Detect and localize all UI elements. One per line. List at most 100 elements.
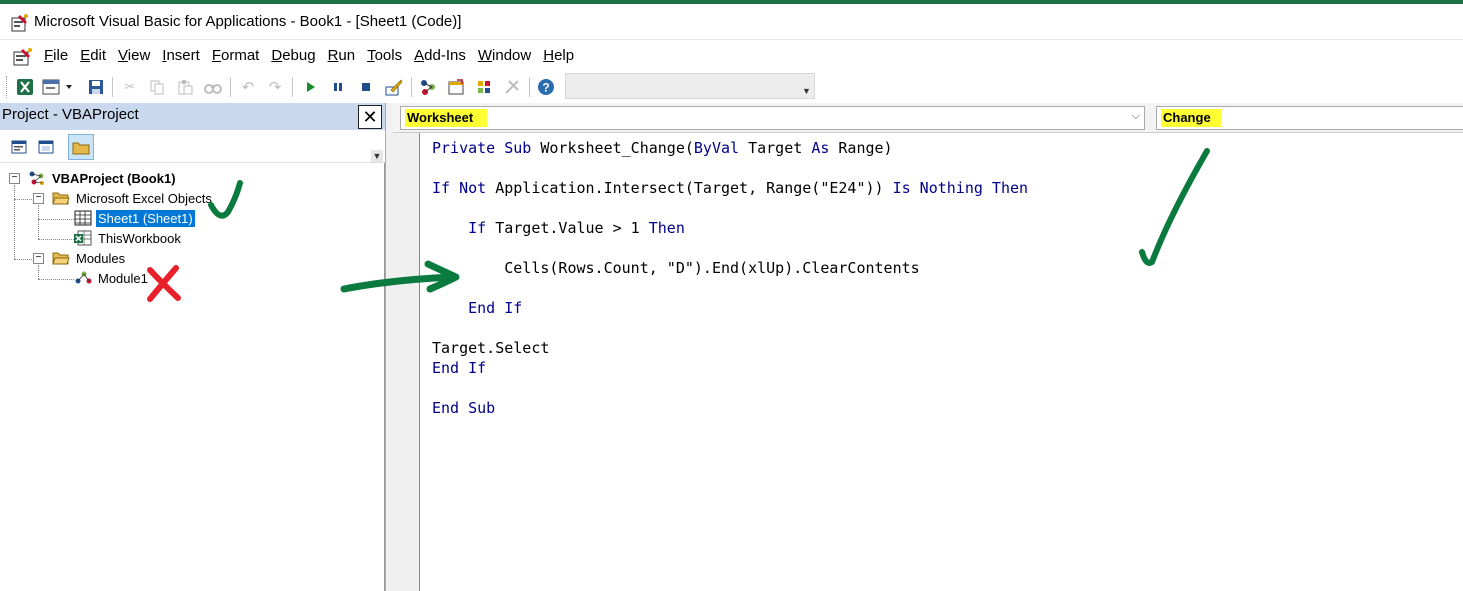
menu-item-label: ebug: [282, 46, 316, 64]
menu-item-mnemonic: F: [44, 46, 54, 64]
tree-item-module1[interactable]: Module1: [96, 270, 150, 287]
menu-item-label: indow: [492, 46, 532, 64]
menu-item-label: ools: [374, 46, 403, 64]
code-editor[interactable]: Private Sub Worksheet_Change(ByVal Targe…: [393, 133, 1463, 591]
code-token: Worksheet_Change(: [531, 139, 694, 157]
menu-item[interactable]: File: [40, 47, 76, 64]
reset-icon[interactable]: [355, 76, 377, 98]
menu-item[interactable]: Insert: [158, 47, 208, 64]
code-line[interactable]: [432, 198, 1028, 218]
menu-item[interactable]: Edit: [76, 47, 114, 64]
project-explorer-title: Project - VBAProject: [2, 106, 139, 123]
menu-item[interactable]: View: [114, 47, 158, 64]
help-icon[interactable]: ?: [535, 76, 557, 98]
code-token: Target.Select: [432, 339, 550, 357]
vbaproject-icon: [29, 171, 44, 185]
tree-item-vbaproject[interactable]: VBAProject (Book1): [50, 170, 178, 187]
menu-item[interactable]: Run: [324, 47, 364, 64]
code-line[interactable]: End Sub: [432, 398, 1028, 418]
tree-item-modules[interactable]: Modules: [74, 250, 127, 267]
menu-item[interactable]: Format: [208, 47, 268, 64]
menu-items: File Edit View Insert Format Debug Run Tools Add…: [40, 40, 582, 70]
code-keyword: If: [468, 219, 487, 237]
tree-item-sheet1[interactable]: Sheet1 (Sheet1): [96, 210, 195, 227]
code-text[interactable]: Private Sub Worksheet_Change(ByVal Targe…: [432, 138, 1028, 418]
insert-module-icon[interactable]: [42, 76, 76, 98]
run-icon[interactable]: [299, 76, 321, 98]
menu-item[interactable]: Help: [539, 47, 582, 64]
menu-item[interactable]: Tools: [363, 47, 410, 64]
workbook-icon: [74, 230, 92, 246]
copy-icon[interactable]: [146, 76, 168, 98]
code-line[interactable]: If Target.Value > 1 Then: [432, 218, 1028, 238]
tree-item-thisworkbook[interactable]: ThisWorkbook: [96, 230, 183, 247]
code-line[interactable]: [432, 278, 1028, 298]
toolbar-options-chevron-icon[interactable]: ▼: [802, 86, 812, 96]
menu-item-mnemonic: E: [80, 46, 91, 64]
pane-splitter[interactable]: [385, 103, 393, 591]
code-keyword: End Sub: [432, 399, 496, 417]
save-icon[interactable]: [85, 76, 107, 98]
cut-icon[interactable]: ✂: [119, 76, 141, 98]
menu-item-mnemonic: F: [211, 46, 221, 64]
code-line[interactable]: End If: [432, 298, 1028, 318]
menu-item-label: iew: [127, 46, 151, 64]
undo-icon[interactable]: ↶: [237, 76, 259, 98]
svg-text:?: ?: [542, 81, 549, 95]
code-line[interactable]: [432, 378, 1028, 398]
window-title: Microsoft Visual Basic for Applications …: [34, 13, 462, 30]
procedure-dropdown[interactable]: Change: [1156, 106, 1463, 130]
design-mode-icon[interactable]: [383, 76, 405, 98]
toolbar-separator: [292, 77, 293, 97]
expander-excel-objects[interactable]: −: [33, 193, 44, 204]
code-line[interactable]: Cells(Rows.Count, "D").End(xlUp).ClearCo…: [432, 258, 1028, 278]
chevron-down-icon[interactable]: ⌵: [1132, 110, 1140, 123]
code-margin-indicator-bar[interactable]: [393, 133, 420, 591]
system-menu-icon[interactable]: [12, 47, 34, 67]
code-keyword: Is Nothing Then: [892, 179, 1029, 197]
expander-root[interactable]: −: [9, 173, 20, 184]
toolbar-separator: [112, 77, 113, 97]
find-icon[interactable]: [202, 76, 224, 98]
object-dropdown-value: Worksheet: [405, 109, 488, 127]
cursor-position-box: ▼: [565, 73, 815, 99]
menu-item[interactable]: Debug: [267, 47, 323, 64]
code-line[interactable]: [432, 318, 1028, 338]
toggle-folders-icon[interactable]: [68, 134, 94, 160]
code-line[interactable]: If Not Application.Intersect(Target, Ran…: [432, 178, 1028, 198]
paste-icon[interactable]: [174, 76, 196, 98]
code-keyword: As: [811, 139, 830, 157]
code-line[interactable]: Target.Select: [432, 338, 1028, 358]
code-line[interactable]: [432, 158, 1028, 178]
menu-item[interactable]: Window: [474, 47, 539, 64]
code-keyword: End If: [432, 359, 487, 377]
view-code-icon[interactable]: [8, 136, 30, 158]
close-icon[interactable]: ✕: [358, 105, 382, 129]
object-browser-icon[interactable]: [473, 76, 495, 98]
tree-item-excel-objects[interactable]: Microsoft Excel Objects: [74, 190, 214, 207]
expander-modules[interactable]: −: [33, 253, 44, 264]
project-explorer-icon[interactable]: [417, 76, 439, 98]
code-token: Target: [739, 139, 812, 157]
procedure-dropdown-value: Change: [1161, 109, 1221, 127]
excel-view-icon[interactable]: [14, 76, 36, 98]
code-line[interactable]: Private Sub Worksheet_Change(ByVal Targe…: [432, 138, 1028, 158]
toolbox-icon[interactable]: [501, 76, 523, 98]
code-keyword: End If: [468, 299, 523, 317]
menu-item-label: ile: [53, 46, 69, 64]
toolbar-grip[interactable]: [6, 76, 9, 98]
break-icon[interactable]: [327, 76, 349, 98]
code-line[interactable]: End If: [432, 358, 1028, 378]
object-dropdown[interactable]: Worksheet ⌵: [400, 106, 1145, 130]
project-toolbar-chevron-icon[interactable]: ▼: [371, 150, 383, 162]
properties-icon[interactable]: [445, 76, 467, 98]
toolbar-separator: [230, 77, 231, 97]
code-keyword: ByVal: [693, 139, 740, 157]
menu-item[interactable]: Add-Ins: [410, 47, 474, 64]
code-line[interactable]: [432, 238, 1028, 258]
code-token: Application.Intersect(Target, Range("E24…: [486, 179, 893, 197]
redo-icon[interactable]: ↷: [264, 76, 286, 98]
view-object-icon[interactable]: [35, 136, 57, 158]
